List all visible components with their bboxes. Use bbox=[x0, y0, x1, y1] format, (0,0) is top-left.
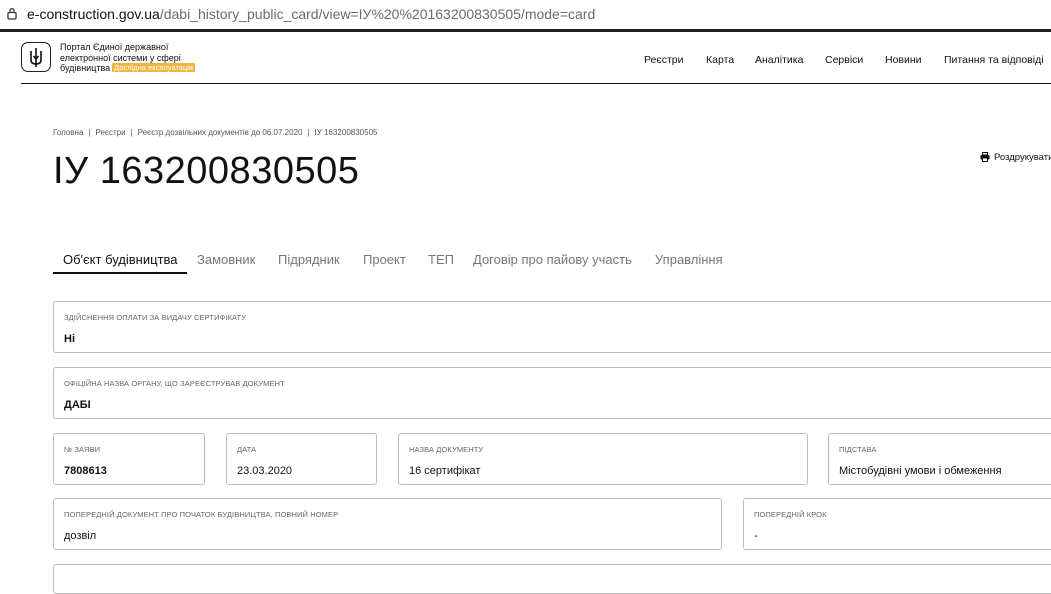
tab-project[interactable]: Проект bbox=[363, 252, 406, 267]
field-next-partial bbox=[53, 564, 1051, 594]
field-value: 16 сертифікат bbox=[409, 465, 481, 477]
field-label: № заяви bbox=[64, 445, 101, 454]
brand-line-1: Портал Єдиної державної bbox=[60, 42, 169, 52]
field-basis: Підстава Містобудівні умови і обмеження bbox=[828, 433, 1051, 485]
nav-map[interactable]: Карта bbox=[706, 54, 734, 66]
field-value: Містобудівні умови і обмеження bbox=[839, 465, 1002, 477]
field-label: Дата bbox=[237, 445, 257, 454]
lock-icon bbox=[7, 7, 17, 25]
field-date: Дата 23.03.2020 bbox=[226, 433, 377, 485]
tab-tep[interactable]: ТЕП bbox=[428, 252, 454, 267]
field-label: Підстава bbox=[839, 445, 877, 454]
field-document-name: Назва документу 16 сертифікат bbox=[398, 433, 808, 485]
field-value: дозвіл bbox=[64, 530, 97, 542]
tab-object[interactable]: Об'єкт будівництва bbox=[63, 252, 178, 267]
breadcrumb-home[interactable]: Головна bbox=[53, 128, 83, 137]
field-label: Попередній документ про початок будівниц… bbox=[64, 510, 339, 519]
field-previous-step: Попередній крок - bbox=[743, 498, 1051, 550]
tab-management[interactable]: Управління bbox=[655, 252, 723, 267]
header-divider bbox=[21, 83, 1051, 84]
tab-customer[interactable]: Замовник bbox=[197, 252, 255, 267]
field-value: 23.03.2020 bbox=[237, 465, 293, 477]
field-previous-document: Попередній документ про початок будівниц… bbox=[53, 498, 722, 550]
nav-services[interactable]: Сервіси bbox=[825, 54, 863, 66]
brand-line-2: електронної системи у сфері bbox=[60, 52, 181, 63]
breadcrumb-current: ІУ 163200830505 bbox=[314, 128, 378, 137]
nav-registries[interactable]: Реєстри bbox=[644, 54, 684, 66]
brand-line-3: будівництва bbox=[60, 63, 111, 73]
field-value: Ні bbox=[64, 333, 75, 345]
nav-news[interactable]: Новини bbox=[885, 54, 922, 66]
trident-logo-icon[interactable] bbox=[21, 42, 51, 72]
breadcrumb-registries[interactable]: Реєстри bbox=[95, 128, 125, 137]
site-header: Портал Єдиної державної електронної сист… bbox=[0, 32, 1051, 84]
url-domain: e-construction.gov.ua bbox=[27, 6, 160, 22]
tab-share-agreement[interactable]: Договір про пайову участь bbox=[473, 252, 632, 267]
printer-icon bbox=[980, 152, 990, 162]
print-button[interactable]: Роздрукувати bbox=[980, 152, 1051, 163]
nav-faq[interactable]: Питання та відповіді bbox=[944, 54, 1044, 66]
url-text[interactable]: e-construction.gov.ua/dabi_history_publi… bbox=[27, 6, 595, 22]
browser-url-bar[interactable]: e-construction.gov.ua/dabi_history_publi… bbox=[0, 0, 1051, 29]
field-label: Офіційна назва органу, що зареєстрував д… bbox=[64, 379, 285, 388]
breadcrumb: Головна | Реєстри | Реєстр дозвільних докуме… bbox=[53, 128, 378, 137]
tab-contractor[interactable]: Підрядник bbox=[278, 252, 340, 267]
beta-badge: Дослідна експлуатація bbox=[112, 63, 195, 72]
field-label: Здійснення оплати за видачу сертифікату bbox=[64, 313, 247, 322]
field-label: Попередній крок bbox=[754, 510, 827, 519]
field-value: 7808613 bbox=[64, 465, 107, 477]
field-label: Назва документу bbox=[409, 445, 484, 454]
url-path: /dabi_history_public_card/view=ІУ%20%201… bbox=[159, 6, 596, 22]
field-application-number: № заяви 7808613 bbox=[53, 433, 205, 485]
field-value: ДАБІ bbox=[64, 399, 91, 411]
page-title: ІУ 163200830505 bbox=[53, 150, 360, 192]
print-label: Роздрукувати bbox=[994, 152, 1051, 163]
field-organ: Офіційна назва органу, що зареєстрував д… bbox=[53, 367, 1051, 419]
breadcrumb-registry[interactable]: Реєстр дозвільних документів до 06.07.20… bbox=[138, 128, 303, 137]
active-tab-indicator bbox=[53, 272, 187, 274]
nav-analytics[interactable]: Аналітика bbox=[755, 54, 803, 66]
field-value: - bbox=[754, 530, 758, 542]
brand-text[interactable]: Портал Єдиної державної електронної сист… bbox=[60, 42, 220, 74]
field-payment: Здійснення оплати за видачу сертифікату … bbox=[53, 301, 1051, 353]
